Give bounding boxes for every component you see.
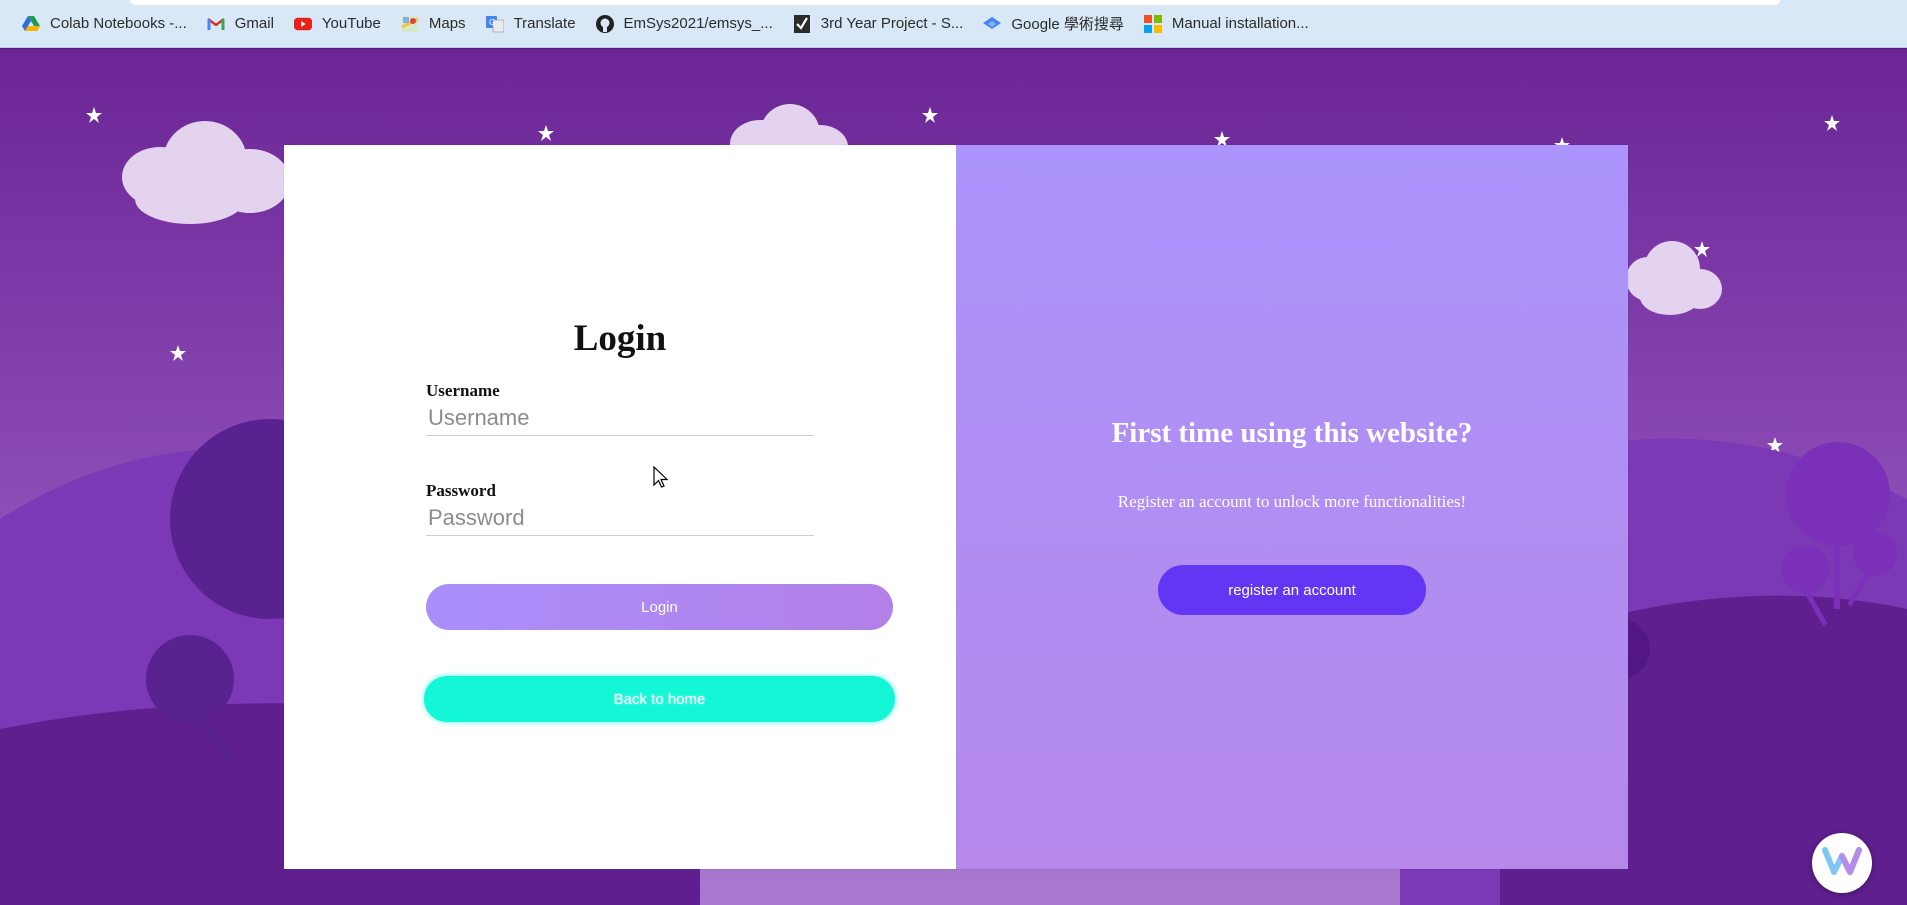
bookmark-label: Colab Notebooks -... <box>50 15 187 32</box>
checkmark-icon <box>793 14 811 33</box>
username-label: Username <box>426 381 500 400</box>
microsoft-icon <box>1143 14 1162 33</box>
login-button[interactable]: Login <box>426 584 893 630</box>
floating-assistant-button[interactable] <box>1812 833 1872 893</box>
github-icon <box>595 14 614 33</box>
w-logo-icon <box>1822 846 1862 881</box>
gmail-icon <box>207 15 225 33</box>
bookmark-label: Google 學術搜尋 <box>1011 16 1124 33</box>
register-button[interactable]: register an account <box>1158 565 1426 615</box>
auth-card: Login Username Password Login Back to ho… <box>284 145 1628 869</box>
bookmarks-bar: Colab Notebooks -... Gmail YouTube Maps … <box>0 0 1907 48</box>
bookmark-colab[interactable]: Colab Notebooks -... <box>14 10 195 38</box>
omnibox-edge <box>130 0 1780 5</box>
google-scholar-icon <box>983 15 1002 33</box>
bookmark-manual[interactable]: Manual installation... <box>1136 10 1317 38</box>
bookmark-maps[interactable]: Maps <box>393 10 474 38</box>
register-subtitle: Register an account to unlock more funct… <box>1117 492 1467 511</box>
mouse-cursor-icon <box>653 465 669 490</box>
bookmark-project[interactable]: 3rd Year Project - S... <box>785 10 972 38</box>
google-drive-icon <box>22 15 40 33</box>
bookmark-label: Maps <box>428 15 466 32</box>
back-to-home-button[interactable]: Back to home <box>424 676 895 722</box>
bookmark-gmail[interactable]: Gmail <box>199 10 282 38</box>
login-panel: Login Username Password Login Back to ho… <box>284 145 956 869</box>
youtube-icon <box>293 15 312 33</box>
bookmark-label: 3rd Year Project - S... <box>820 15 964 32</box>
bookmark-label: EmSys2021/emsys_... <box>623 15 773 32</box>
svg-text:G: G <box>489 18 495 27</box>
password-label: Password <box>426 481 496 500</box>
bookmark-label: Gmail <box>234 15 274 32</box>
password-input[interactable] <box>426 500 814 536</box>
bookmark-github[interactable]: EmSys2021/emsys_... <box>588 10 781 38</box>
bookmark-label: Translate <box>513 15 576 32</box>
register-title: First time using this website? <box>1111 417 1473 449</box>
bookmark-scholar[interactable]: Google 學術搜尋 <box>975 10 1132 38</box>
translate-icon: G <box>485 15 504 33</box>
bookmark-translate[interactable]: G Translate <box>478 10 584 38</box>
bookmark-youtube[interactable]: YouTube <box>286 10 389 38</box>
login-title: Login <box>573 318 667 359</box>
maps-icon <box>401 15 419 33</box>
bookmark-label: Manual installation... <box>1171 15 1309 32</box>
bookmark-label: YouTube <box>321 15 381 32</box>
register-panel: First time using this website? Register … <box>956 145 1628 869</box>
username-input[interactable] <box>426 400 814 436</box>
